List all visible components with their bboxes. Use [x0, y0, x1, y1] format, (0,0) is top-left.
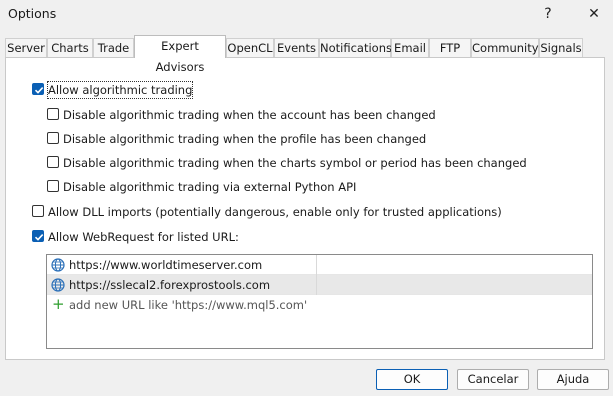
column-divider: [316, 255, 317, 275]
disable-on-account-change-label: Disable algorithmic trading when the acc…: [63, 108, 436, 122]
url-text: https://sslecal2.forexprostools.com: [69, 278, 271, 292]
url-text: https://www.worldtimeserver.com: [69, 258, 263, 272]
disable-on-profile-change-label: Disable algorithmic trading when the pro…: [63, 132, 427, 146]
allow-webrequest-label: Allow WebRequest for listed URL:: [48, 230, 239, 244]
cancel-button[interactable]: Cancelar: [457, 369, 529, 390]
add-url-row[interactable]: + add new URL like 'https://www.mql5.com…: [47, 295, 592, 315]
tab-notifications[interactable]: Notifications: [319, 38, 392, 57]
plus-icon[interactable]: +: [52, 296, 65, 312]
allowed-url-list[interactable]: https://www.worldtimeserver.com https://…: [46, 254, 593, 349]
disable-via-python-checkbox[interactable]: [47, 180, 59, 192]
expert-advisors-panel: Allow algorithmic trading Disable algori…: [5, 57, 605, 360]
allow-dll-imports-checkbox[interactable]: [32, 205, 44, 217]
allow-algo-trading-label: Allow algorithmic trading: [46, 81, 194, 99]
disable-on-account-change-checkbox[interactable]: [47, 108, 59, 120]
url-list-item-selected[interactable]: https://sslecal2.forexprostools.com: [47, 275, 592, 295]
tab-charts[interactable]: Charts: [47, 38, 93, 57]
tab-ftp[interactable]: FTP: [429, 38, 471, 57]
add-url-placeholder: add new URL like 'https://www.mql5.com': [69, 298, 308, 312]
tab-signals[interactable]: Signals: [539, 38, 583, 57]
tab-events[interactable]: Events: [274, 38, 319, 57]
help-button[interactable]: Ajuda: [537, 369, 609, 390]
window-title: Options: [8, 6, 57, 21]
allow-dll-imports-label: Allow DLL imports (potentially dangerous…: [48, 205, 502, 219]
disable-on-symbol-change-checkbox[interactable]: [47, 156, 59, 168]
globe-icon: [51, 278, 65, 292]
close-icon[interactable]: ✕: [580, 3, 608, 25]
tab-email[interactable]: Email: [391, 38, 429, 57]
title-bar: Options ? ✕: [0, 0, 613, 30]
disable-on-symbol-change-label: Disable algorithmic trading when the cha…: [63, 156, 527, 170]
tab-trade[interactable]: Trade: [93, 38, 134, 57]
help-icon[interactable]: ?: [534, 3, 562, 25]
url-list-item[interactable]: https://www.worldtimeserver.com: [47, 255, 592, 275]
disable-on-profile-change-checkbox[interactable]: [47, 132, 59, 144]
tab-expert-advisors[interactable]: Expert Advisors: [134, 35, 226, 74]
allow-algo-trading-checkbox[interactable]: [32, 83, 44, 95]
column-divider: [316, 275, 317, 295]
tab-server[interactable]: Server: [5, 38, 47, 57]
allow-webrequest-checkbox[interactable]: [32, 230, 44, 242]
tab-community[interactable]: Community: [471, 38, 539, 57]
disable-via-python-label: Disable algorithmic trading via external…: [63, 180, 357, 194]
ok-button[interactable]: OK: [376, 369, 448, 390]
globe-icon: [51, 258, 65, 272]
tab-opencl[interactable]: OpenCL: [226, 38, 274, 57]
